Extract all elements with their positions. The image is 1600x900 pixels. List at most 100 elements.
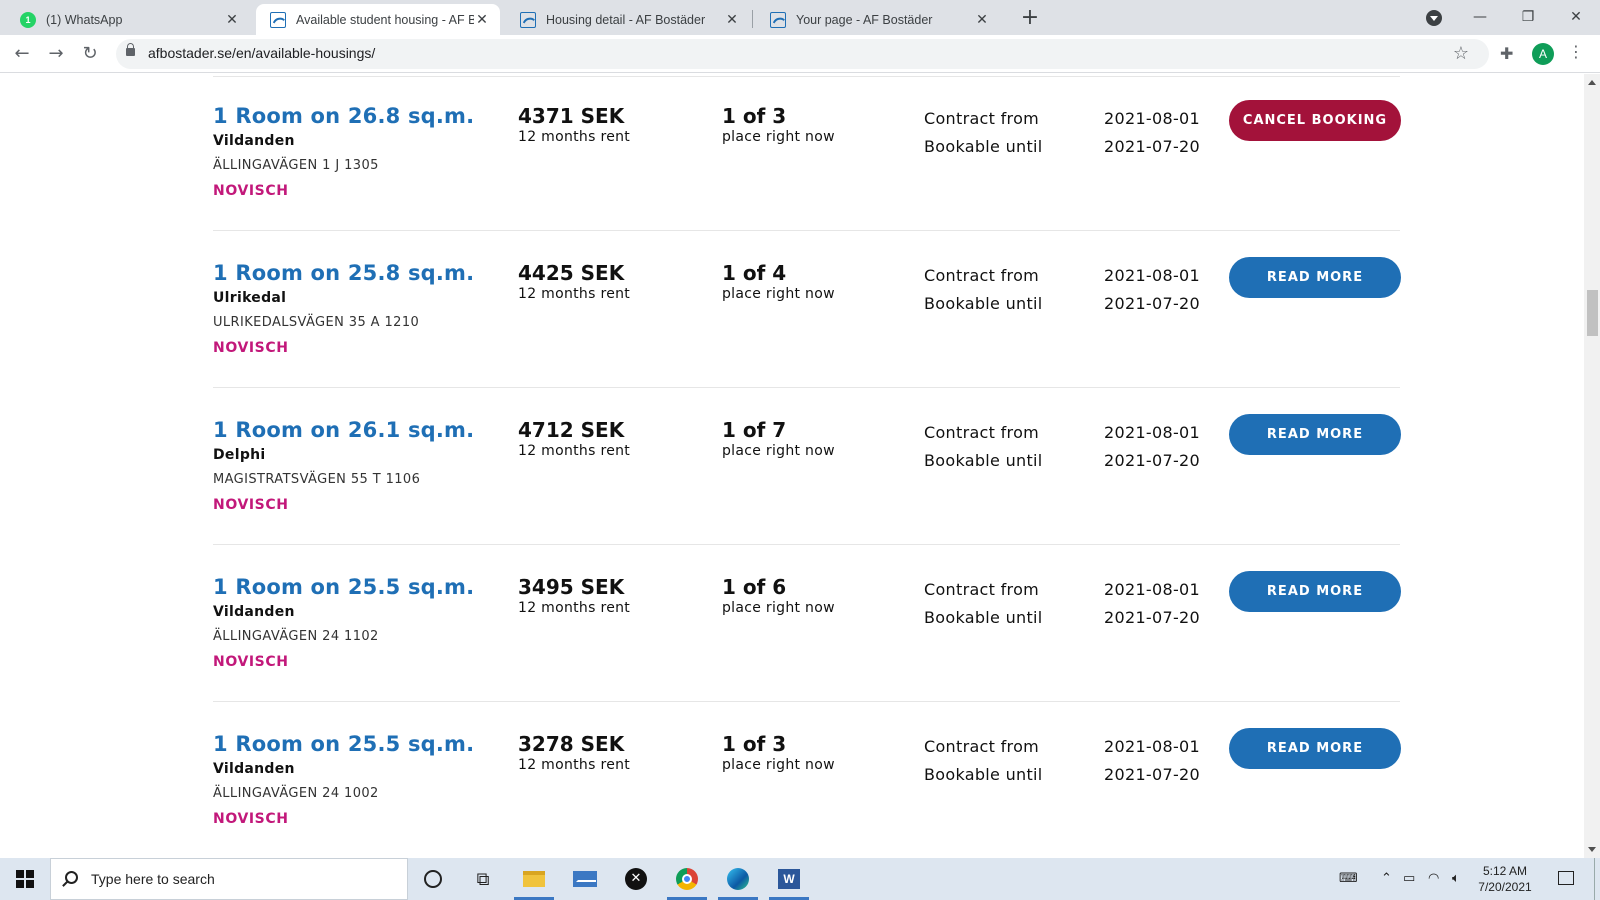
window-close-icon[interactable]: ✕ <box>1556 4 1596 30</box>
show-hidden-icons-icon[interactable]: ⌃ <box>1381 871 1392 886</box>
listing-row: 1 Room on 25.5 sq.m. Vildanden ÄLLINGAVÄ… <box>213 702 1401 858</box>
close-icon[interactable]: ✕ <box>224 12 240 28</box>
bookmark-star-icon[interactable]: ☆ <box>1453 43 1469 64</box>
address-bar[interactable]: afbostader.se/en/available-housings/ ☆ <box>116 39 1489 69</box>
listing-tag: NOVISCH <box>213 811 289 827</box>
battery-icon[interactable]: ▭ <box>1403 871 1415 886</box>
taskbar-search[interactable]: Type here to search <box>50 858 408 900</box>
clock-time: 5:12 AM <box>1482 864 1528 878</box>
file-explorer-icon[interactable] <box>514 864 554 900</box>
back-icon[interactable]: ← <box>10 42 34 66</box>
queue-place: 1 of 7 <box>722 418 787 442</box>
contract-from-date: 2021-08-01 <box>1104 266 1200 285</box>
search-placeholder[interactable]: Type here to search <box>91 871 215 887</box>
bookable-until-label: Bookable until <box>924 765 1043 784</box>
listing-price-note: 12 months rent <box>518 757 631 773</box>
listing-title[interactable]: 1 Room on 25.8 sq.m. <box>213 261 474 285</box>
tab-title: Your page - AF Bostäder <box>796 12 933 27</box>
forward-icon[interactable]: → <box>44 42 68 66</box>
af-bostader-icon <box>520 11 536 28</box>
taskbar-clock[interactable]: 5:12 AM 7/20/2021 <box>1466 863 1544 895</box>
contract-from-date: 2021-08-01 <box>1104 423 1200 442</box>
listing-title[interactable]: 1 Room on 26.1 sq.m. <box>213 418 474 442</box>
listing-row: 1 Room on 26.8 sq.m. Vildanden ÄLLINGAVÄ… <box>213 74 1401 231</box>
queue-place-note: place right now <box>722 443 835 459</box>
listing-tag: NOVISCH <box>213 654 289 670</box>
restore-icon[interactable]: ❐ <box>1508 4 1548 30</box>
listing-address: ULRIKEDALSVÄGEN 35 A 1210 <box>213 315 420 330</box>
minimize-icon[interactable]: — <box>1460 4 1500 30</box>
show-desktop-button[interactable] <box>1594 858 1595 900</box>
search-icon <box>65 871 78 884</box>
contract-from-date: 2021-08-01 <box>1104 109 1200 128</box>
new-tab-icon[interactable]: + <box>1017 6 1043 32</box>
tab-available-housing[interactable]: Available student housing - AF Bostäder … <box>256 4 500 35</box>
tab-housing-detail[interactable]: Housing detail - AF Bostäder ✕ <box>506 4 750 35</box>
mail-icon[interactable] <box>565 864 605 894</box>
listing-address: MAGISTRATSVÄGEN 55 T 1106 <box>213 472 421 487</box>
task-view-icon[interactable]: ⧉ <box>463 864 503 894</box>
url-text[interactable]: afbostader.se/en/available-housings/ <box>148 45 375 61</box>
word-icon[interactable]: W <box>769 864 809 900</box>
contract-from-label: Contract from <box>924 580 1040 599</box>
tab-your-page[interactable]: Your page - AF Bostäder ✕ <box>756 4 1000 35</box>
close-icon[interactable]: ✕ <box>724 12 740 28</box>
listing-tag: NOVISCH <box>213 497 289 513</box>
listing-area: Delphi <box>213 447 266 463</box>
cancel-booking-button[interactable]: CANCEL BOOKING <box>1229 100 1401 141</box>
read-more-button[interactable]: READ MORE <box>1229 414 1401 455</box>
scroll-down-icon[interactable] <box>1588 847 1596 852</box>
bookable-until-date: 2021-07-20 <box>1104 451 1200 470</box>
tab-whatsapp[interactable]: 1 (1) WhatsApp ✕ <box>6 4 250 35</box>
wifi-icon[interactable]: ◠ <box>1428 871 1439 886</box>
listing-address: ÄLLINGAVÄGEN 1 J 1305 <box>213 158 379 173</box>
close-icon[interactable]: ✕ <box>974 12 990 28</box>
listing-price: 4712 SEK <box>518 418 625 442</box>
read-more-button[interactable]: READ MORE <box>1229 728 1401 769</box>
listing-price-note: 12 months rent <box>518 286 631 302</box>
tab-search-icon[interactable] <box>1426 10 1442 26</box>
listing-tag: NOVISCH <box>213 340 289 356</box>
browser-menu-icon[interactable]: ⋮ <box>1568 42 1584 61</box>
cortana-icon[interactable] <box>413 864 453 894</box>
scroll-up-icon[interactable] <box>1588 80 1596 85</box>
whatsapp-badge: 1 <box>25 14 31 25</box>
xbox-icon[interactable]: ✕ <box>616 864 656 894</box>
listing-price: 3278 SEK <box>518 732 625 756</box>
bookable-until-date: 2021-07-20 <box>1104 765 1200 784</box>
queue-place-note: place right now <box>722 286 835 302</box>
read-more-button[interactable]: READ MORE <box>1229 571 1401 612</box>
scrollbar-thumb[interactable] <box>1587 290 1598 336</box>
reload-icon[interactable]: ↻ <box>78 42 102 66</box>
browser-tab-strip: 1 (1) WhatsApp ✕ Available student housi… <box>0 0 1600 35</box>
lock-icon[interactable] <box>126 43 135 56</box>
listing-area: Ulrikedal <box>213 290 287 306</box>
bookable-until-date: 2021-07-20 <box>1104 608 1200 627</box>
listing-price: 4371 SEK <box>518 104 625 128</box>
listing-title[interactable]: 1 Room on 25.5 sq.m. <box>213 732 474 756</box>
listing-price-note: 12 months rent <box>518 443 631 459</box>
chrome-icon[interactable] <box>667 864 707 900</box>
read-more-button[interactable]: READ MORE <box>1229 257 1401 298</box>
listing-price-note: 12 months rent <box>518 129 631 145</box>
listing-address: ÄLLINGAVÄGEN 24 1002 <box>213 786 379 801</box>
edge-icon[interactable] <box>718 864 758 900</box>
af-bostader-icon <box>270 11 286 28</box>
windows-start-icon[interactable] <box>16 870 34 888</box>
volume-icon[interactable]: 🔈︎ <box>1452 871 1460 886</box>
listing-title[interactable]: 1 Room on 26.8 sq.m. <box>213 104 474 128</box>
queue-place: 1 of 3 <box>722 732 787 756</box>
queue-place-note: place right now <box>722 129 835 145</box>
profile-avatar[interactable]: A <box>1532 43 1554 65</box>
keyboard-icon[interactable]: ⌨ <box>1339 871 1358 886</box>
contract-from-label: Contract from <box>924 266 1040 285</box>
notification-center-icon[interactable] <box>1558 871 1574 885</box>
close-icon[interactable]: ✕ <box>474 12 490 28</box>
listing-title[interactable]: 1 Room on 25.5 sq.m. <box>213 575 474 599</box>
extensions-icon[interactable]: ✚ <box>1500 44 1513 63</box>
tab-separator <box>752 10 753 28</box>
listing-tag: NOVISCH <box>213 183 289 199</box>
contract-from-date: 2021-08-01 <box>1104 737 1200 756</box>
queue-place-note: place right now <box>722 600 835 616</box>
page-scrollbar[interactable] <box>1584 74 1600 858</box>
